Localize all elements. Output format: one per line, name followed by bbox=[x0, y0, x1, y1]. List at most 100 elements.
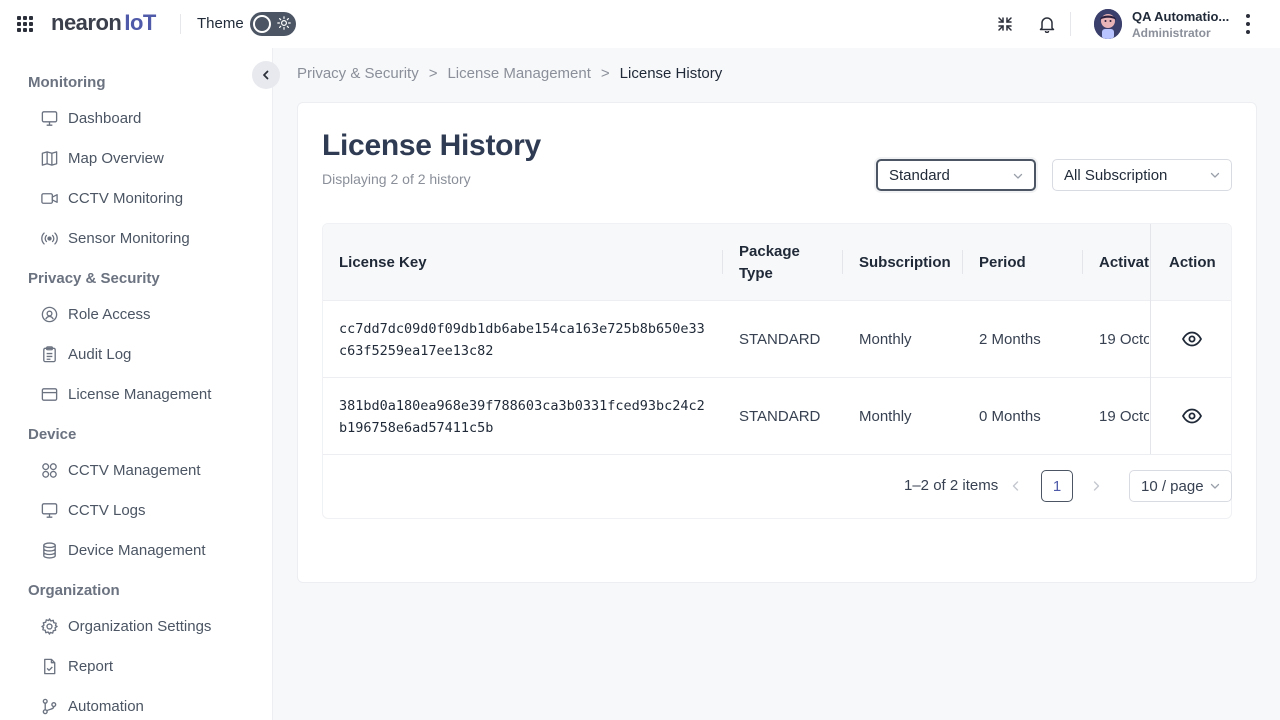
user-name[interactable]: QA Automatio... bbox=[1132, 9, 1229, 24]
cell-subscription: Monthly bbox=[859, 331, 912, 348]
sidebar-item-label: Sensor Monitoring bbox=[68, 229, 190, 247]
git-branch-icon bbox=[42, 698, 57, 714]
column-header-period: Period bbox=[979, 253, 1026, 271]
eye-icon[interactable] bbox=[1181, 405, 1203, 427]
credit-card-icon bbox=[41, 387, 58, 401]
sidebar-item-cctv-logs[interactable]: CCTV Logs bbox=[40, 498, 146, 522]
toggle-knob bbox=[253, 15, 271, 33]
breadcrumb-item-license-management[interactable]: License Management bbox=[447, 65, 590, 82]
gear-icon bbox=[41, 617, 58, 635]
cell-activation: 19 Octo bbox=[1099, 378, 1149, 455]
page-size-select[interactable]: 10 / page bbox=[1129, 470, 1232, 502]
sidebar-item-label: License Management bbox=[68, 385, 212, 403]
user-avatar[interactable] bbox=[1094, 9, 1122, 39]
sidebar-section-organization: Organization bbox=[28, 582, 120, 599]
sidebar-item-organization-settings[interactable]: Organization Settings bbox=[40, 614, 211, 638]
package-filter-select[interactable]: Standard bbox=[876, 159, 1036, 191]
sticky-column-divider bbox=[1150, 224, 1151, 454]
breadcrumb-item-privacy-security[interactable]: Privacy & Security bbox=[297, 65, 419, 82]
file-check-icon bbox=[44, 658, 56, 674]
logo-suffix: IoT bbox=[124, 10, 156, 35]
sidebar-item-automation[interactable]: Automation bbox=[40, 694, 144, 718]
cell-activation-value: 19 Octo bbox=[1099, 331, 1149, 348]
cell-period: 2 Months bbox=[979, 331, 1041, 348]
grid-circles-icon bbox=[42, 462, 57, 478]
page-title: License History bbox=[322, 129, 541, 162]
cell-license-key: cc7dd7dc09d0f09db1db6abe154ca163e725b8b6… bbox=[339, 320, 705, 359]
breadcrumb-item-current: License History bbox=[619, 65, 723, 82]
column-header-activation-label: Activati bbox=[1099, 254, 1149, 271]
exit-fullscreen-icon[interactable] bbox=[995, 14, 1015, 34]
brand-logo[interactable]: nearon IoT bbox=[51, 10, 156, 36]
cell-subscription: Monthly bbox=[859, 408, 912, 425]
sidebar-item-label: Report bbox=[68, 657, 114, 675]
subscription-filter-select[interactable]: All Subscription bbox=[1052, 159, 1232, 191]
sidebar-item-cctv-monitoring[interactable]: CCTV Monitoring bbox=[40, 186, 183, 210]
more-vertical-icon[interactable] bbox=[1245, 14, 1251, 34]
apps-grid-icon[interactable] bbox=[17, 16, 33, 32]
page-subtitle: Displaying 2 of 2 history bbox=[322, 171, 471, 187]
sidebar-item-cctv-management[interactable]: CCTV Management bbox=[40, 458, 201, 482]
sidebar-item-label: Device Management bbox=[68, 541, 206, 559]
breadcrumb: Privacy & Security > License Management … bbox=[297, 65, 722, 82]
page-number-button[interactable]: 1 bbox=[1041, 470, 1073, 502]
next-page-icon[interactable] bbox=[1089, 479, 1103, 493]
subscription-filter-value: All Subscription bbox=[1064, 166, 1168, 184]
sidebar-section-device: Device bbox=[28, 426, 77, 443]
database-icon bbox=[43, 541, 56, 559]
notification-bell-icon[interactable] bbox=[1037, 14, 1057, 34]
cell-activation: 19 Octo bbox=[1099, 301, 1149, 378]
sidebar-section-privacy-security: Privacy & Security bbox=[28, 270, 160, 287]
chevron-down-icon bbox=[1210, 172, 1220, 178]
prev-page-icon[interactable] bbox=[1009, 479, 1023, 493]
pagination-summary: 1–2 of 2 items bbox=[904, 477, 999, 494]
sidebar-section-monitoring: Monitoring bbox=[28, 74, 106, 91]
theme-label: Theme bbox=[197, 15, 244, 32]
breadcrumb-separator: > bbox=[428, 65, 438, 82]
chevron-left-icon bbox=[263, 70, 269, 80]
sidebar-item-dashboard[interactable]: Dashboard bbox=[40, 106, 141, 130]
sidebar-item-license-management[interactable]: License Management bbox=[40, 382, 211, 406]
sidebar-item-label: Dashboard bbox=[68, 109, 142, 127]
cell-period: 0 Months bbox=[979, 408, 1041, 425]
chevron-down-icon bbox=[1210, 483, 1220, 489]
header-divider bbox=[180, 14, 181, 34]
eye-icon[interactable] bbox=[1181, 328, 1203, 350]
sidebar-item-label: Automation bbox=[68, 697, 144, 715]
sidebar-collapse-button[interactable] bbox=[252, 61, 280, 89]
page-size-value: 10 / page bbox=[1141, 477, 1204, 495]
sidebar-item-sensor-monitoring[interactable]: Sensor Monitoring bbox=[40, 226, 190, 250]
cell-license-key: 381bd0a180ea968e39f788603ca3b0331fced93b… bbox=[339, 397, 705, 436]
cell-activation-value: 19 Octo bbox=[1099, 408, 1149, 425]
sidebar-item-label: Role Access bbox=[68, 305, 151, 323]
column-header-action: Action bbox=[1169, 253, 1216, 271]
column-header-package-type-line2: Type bbox=[739, 264, 773, 282]
user-circle-icon bbox=[41, 306, 58, 322]
sidebar-item-report[interactable]: Report bbox=[40, 654, 113, 678]
column-header-activation: Activati bbox=[1099, 224, 1149, 301]
column-header-package-type: Package Type bbox=[739, 224, 800, 301]
sidebar-item-device-management[interactable]: Device Management bbox=[40, 538, 206, 562]
column-separator bbox=[842, 250, 843, 274]
sidebar-item-map-overview[interactable]: Map Overview bbox=[40, 146, 164, 170]
package-filter-value: Standard bbox=[889, 166, 950, 184]
map-icon bbox=[41, 150, 58, 166]
theme-toggle[interactable] bbox=[250, 12, 296, 36]
monitor-icon bbox=[41, 110, 58, 126]
header-divider bbox=[1070, 12, 1071, 36]
column-separator bbox=[1082, 250, 1083, 274]
broadcast-icon bbox=[41, 231, 58, 245]
clipboard-icon bbox=[43, 345, 56, 362]
sidebar-item-label: Audit Log bbox=[68, 345, 132, 363]
cell-package-type: STANDARD bbox=[739, 331, 821, 348]
sidebar-item-role-access[interactable]: Role Access bbox=[40, 302, 151, 326]
sidebar-item-label: Map Overview bbox=[68, 149, 164, 167]
cell-package-type: STANDARD bbox=[739, 408, 821, 425]
sidebar-item-audit-log[interactable]: Audit Log bbox=[40, 342, 131, 366]
column-header-license-key: License Key bbox=[339, 253, 427, 271]
sidebar-item-label: CCTV Management bbox=[68, 461, 201, 479]
monitor-icon bbox=[41, 502, 58, 518]
table-row: cc7dd7dc09d0f09db1db6abe154ca163e725b8b6… bbox=[323, 301, 1231, 378]
breadcrumb-separator: > bbox=[600, 65, 610, 82]
logo-main: nearon bbox=[51, 10, 122, 35]
